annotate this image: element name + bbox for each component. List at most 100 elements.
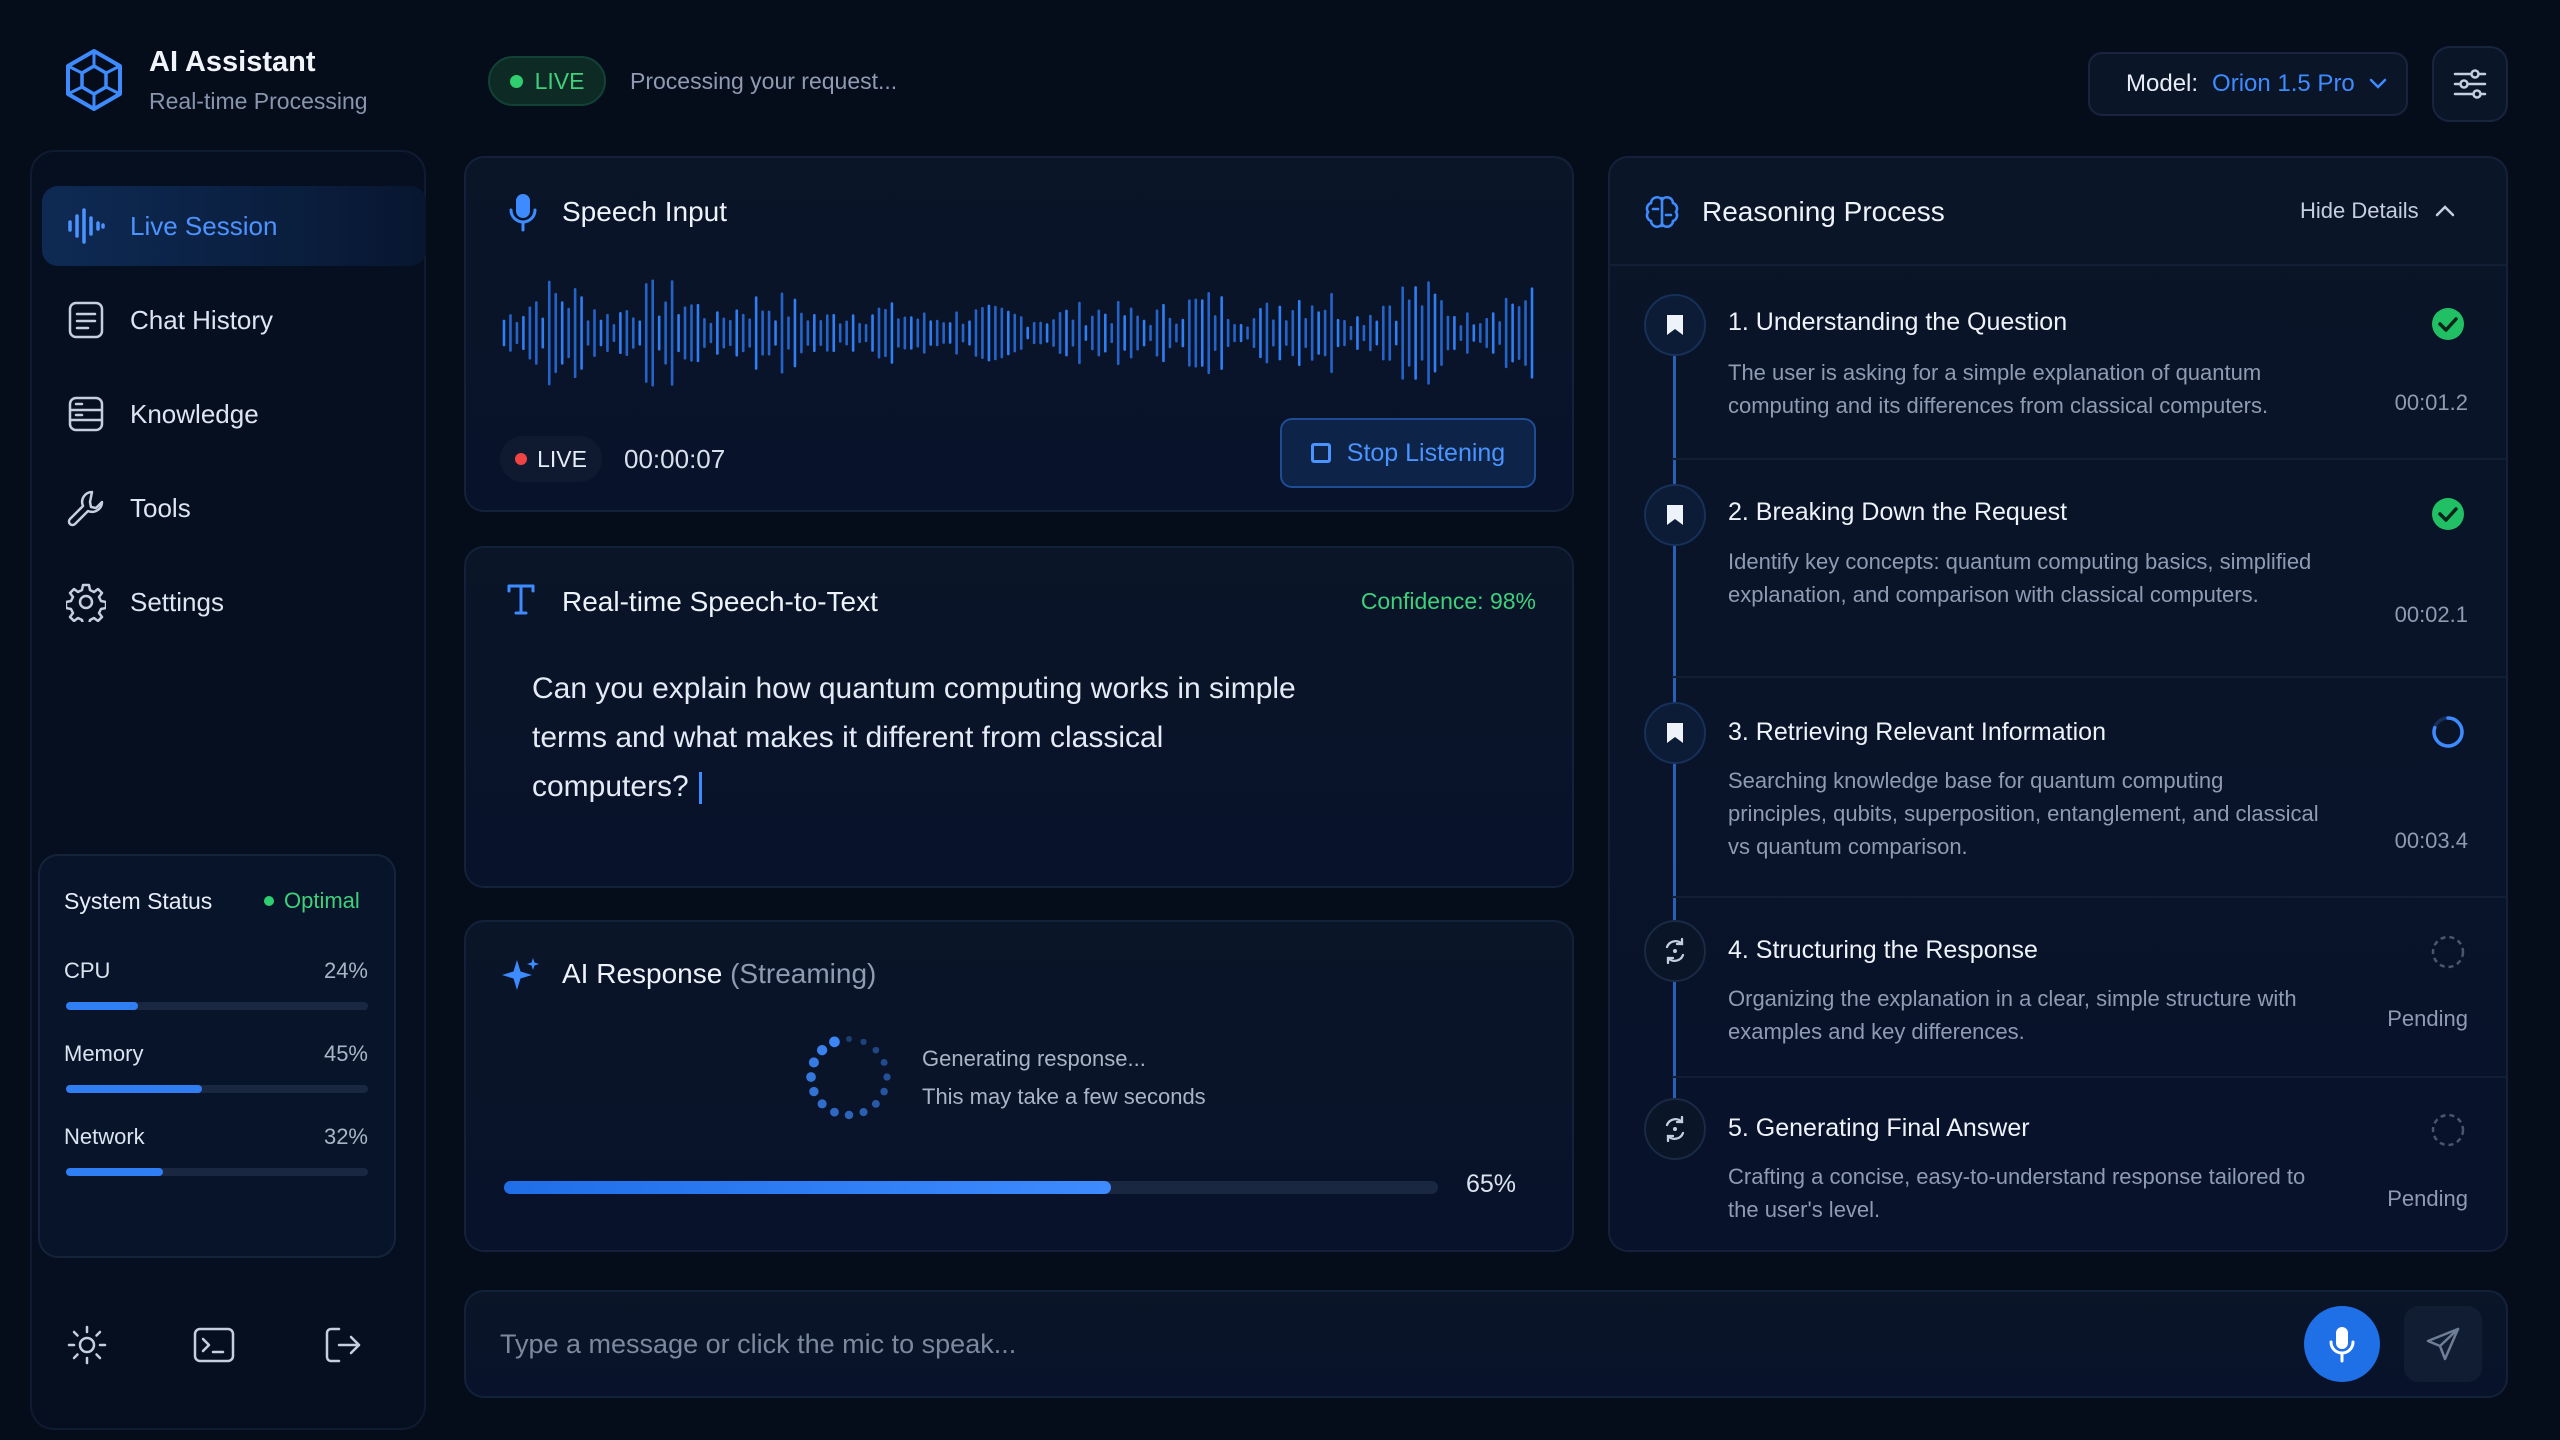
step-1-time: 00:01.2 [2394,390,2468,415]
step-5-description: Crafting a concise, easy-to-understand r… [1728,1164,2306,1222]
step-divider [1672,1076,2506,1078]
model-selector[interactable]: Model: Orion 1.5 Pro [2088,52,2408,116]
sun-icon [67,1325,107,1365]
speech-input-title: Speech Input [562,196,728,227]
metric-cpu-bar [66,1002,368,1010]
check-circle-icon [2432,308,2464,340]
terminal-icon [193,1327,235,1363]
confidence-score: Confidence: 98% [1360,588,1536,614]
reasoning-title: Reasoning Process [1702,196,1945,227]
bookmark-icon [1667,723,1683,743]
sidebar-item-tools[interactable]: Tools [42,468,426,548]
recording-timer: 00:00:07 [624,444,726,474]
transcript-content: Can you explain how quantum computing wo… [532,672,1296,803]
message-input[interactable] [500,1316,2280,1372]
step-4-marker [1644,920,1706,982]
hexagon-cube-icon [66,49,122,111]
refresh-dots-icon [1665,937,1685,965]
sliders-icon [2453,69,2487,99]
database-icon [66,394,106,434]
stop-listening-label: Stop Listening [1346,438,1506,467]
recording-live-label: LIVE [537,445,587,472]
stop-square-icon [1310,443,1331,463]
step-3-time: 00:03.4 [2394,828,2468,853]
sidebar-item-live-session[interactable]: Live Session [42,186,426,266]
live-label: LIVE [534,67,585,94]
recording-dot-icon [515,453,528,465]
step-divider [1672,458,2506,460]
chevron-down-icon [2369,78,2387,89]
step-2-title: 2. Breaking Down the Request [1728,498,2068,526]
sidebar-item-settings[interactable]: Settings [42,562,426,642]
pending-circle-icon [2431,1113,2465,1147]
logout-icon [325,1327,361,1363]
audio-waveform [502,279,1534,387]
send-button[interactable] [2404,1306,2482,1382]
step-2-description: Identify key concepts: quantum computing… [1728,549,2312,607]
ai-response-title: AI Response (Streaming) [562,958,876,990]
step-5-marker [1644,1098,1706,1160]
sparkle-icon [502,958,539,990]
hide-details-toggle[interactable]: Hide Details [2300,198,2455,224]
ai-response-label: AI Response [562,958,723,989]
system-status-label: Optimal [284,888,360,913]
theme-toggle-button[interactable] [62,1320,112,1370]
sidebar-item-knowledge[interactable]: Knowledge [42,374,426,454]
response-progress-value: 65% [1465,1170,1516,1198]
step-1-description: The user is asking for a simple explanat… [1728,360,2269,418]
step-4-description: Organizing the explanation in a clear, s… [1728,986,2297,1044]
step-5-title: 5. Generating Final Answer [1728,1114,2030,1142]
step-4-time: Pending [2387,1006,2468,1031]
document-icon [66,300,106,340]
live-status-pill: LIVE [488,56,606,106]
system-status-title: System Status [64,888,213,914]
model-label: Model: [2126,70,2199,97]
terminal-button[interactable] [189,1320,239,1370]
mic-button[interactable] [2304,1306,2380,1382]
step-4-title: 4. Structuring the Response [1728,936,2038,964]
sidebar-item-label: Live Session [130,210,278,241]
settings-button[interactable] [2432,46,2508,122]
text-caret [698,772,702,805]
brand-title: AI Assistant [149,46,316,78]
step-2-marker [1644,484,1706,546]
live-dot-icon [509,74,523,88]
wrench-icon [66,488,106,528]
check-circle-icon [2432,498,2464,530]
sidebar-item-chat-history[interactable]: Chat History [42,280,426,360]
step-divider [1672,896,2506,898]
recording-live-badge: LIVE [500,436,602,482]
status-dot-icon [264,896,274,906]
generating-status: Generating response... [922,1046,1146,1071]
chevron-up-icon [2435,205,2454,217]
metric-memory-value: 45% [323,1041,368,1066]
model-value: Orion 1.5 Pro [2212,70,2355,97]
metric-memory-bar [66,1085,368,1093]
sidebar-item-label: Tools [130,492,191,523]
logout-button[interactable] [318,1320,368,1370]
system-status-state: Optimal [264,888,360,914]
sidebar-item-label: Settings [130,586,224,617]
gear-icon [66,582,106,622]
hide-details-label: Hide Details [2300,198,2419,223]
step-3-description: Searching knowledge base for quantum com… [1728,768,2319,859]
generating-hint: This may take a few seconds [922,1084,1206,1109]
sidebar-item-label: Knowledge [130,398,259,429]
loading-ring-icon [2432,716,2464,748]
metric-cpu-name: CPU [64,958,111,983]
refresh-dots-icon [1665,1115,1685,1143]
sidebar-item-label: Chat History [130,304,274,335]
step-1-marker [1644,294,1706,356]
pending-circle-icon [2431,935,2465,969]
bookmark-icon [1667,505,1683,525]
metric-network-value: 32% [323,1124,368,1149]
stop-listening-button[interactable]: Stop Listening [1280,418,1536,488]
metric-cpu-value: 24% [323,958,368,983]
metric-network-name: Network [64,1124,145,1149]
streaming-label: (Streaming) [730,958,877,989]
metric-memory-name: Memory [64,1041,144,1066]
brain-icon [1645,196,1679,228]
step-5-time: Pending [2387,1186,2468,1211]
send-icon [2426,1327,2460,1361]
metric-network-bar [66,1168,368,1176]
